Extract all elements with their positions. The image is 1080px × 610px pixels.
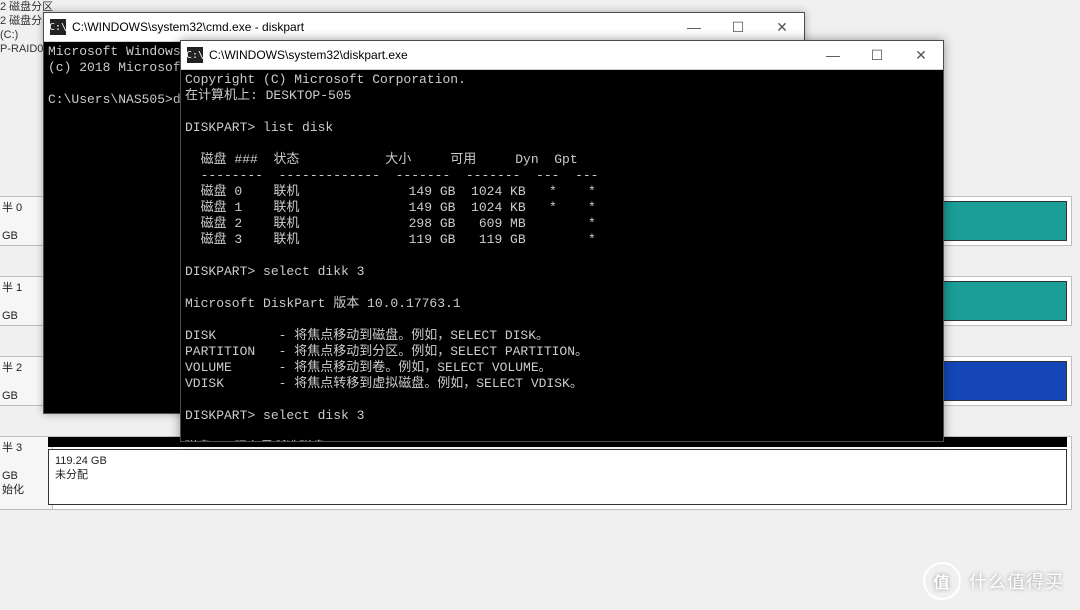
- diskpart-title-text: C:\WINDOWS\system32\diskpart.exe: [209, 48, 811, 62]
- unallocated-region[interactable]: 119.24 GB 未分配: [48, 449, 1067, 505]
- diskpart-titlebar[interactable]: C:\ C:\WINDOWS\system32\diskpart.exe — ☐…: [181, 41, 943, 70]
- close-button[interactable]: ✕: [760, 13, 804, 41]
- watermark: 值 什么值得买: [923, 562, 1064, 600]
- cmd-icon: C:\: [50, 19, 66, 35]
- diskpart-icon: C:\: [187, 47, 203, 63]
- minimize-button[interactable]: —: [811, 41, 855, 69]
- cmd-title-text: C:\WINDOWS\system32\cmd.exe - diskpart: [72, 20, 672, 34]
- diskpart-output[interactable]: Copyright (C) Microsoft Corporation. 在计算…: [181, 70, 943, 441]
- disk-row-3[interactable]: 半 3 GB 始化 119.24 GB 未分配: [0, 436, 1072, 510]
- watermark-text: 什么值得买: [969, 568, 1064, 594]
- disk-row-label: 半 3 GB 始化: [0, 437, 53, 509]
- diskpart-window[interactable]: C:\ C:\WINDOWS\system32\diskpart.exe — ☐…: [180, 40, 944, 442]
- maximize-button[interactable]: ☐: [716, 13, 760, 41]
- minimize-button[interactable]: —: [672, 13, 716, 41]
- watermark-badge-icon: 值: [923, 562, 961, 600]
- cmd-titlebar[interactable]: C:\ C:\WINDOWS\system32\cmd.exe - diskpa…: [44, 13, 804, 42]
- region-size: 119.24 GB: [55, 455, 107, 467]
- region-state: 未分配: [55, 469, 88, 481]
- maximize-button[interactable]: ☐: [855, 41, 899, 69]
- close-button[interactable]: ✕: [899, 41, 943, 69]
